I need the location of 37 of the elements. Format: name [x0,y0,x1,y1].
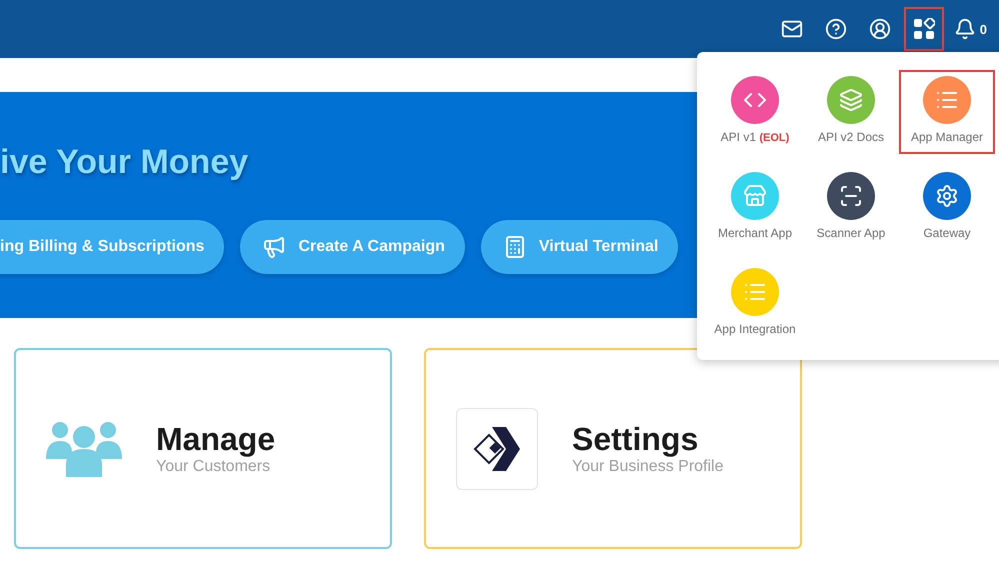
mail-icon [780,18,803,40]
app-label: App Manager [910,130,984,144]
card-subtitle: Your Business Profile [572,458,724,476]
app-menu-item[interactable]: Gateway [899,166,995,250]
app-menu-item[interactable]: API v1 (EOL) [707,70,803,154]
account-icon [868,18,891,40]
app-label: App Integration [714,322,796,336]
megaphone-icon [262,235,286,259]
banner-heading: ive Your Money [0,142,250,182]
notification-count: 0 [980,22,987,36]
help-icon [824,18,847,40]
store-icon [743,184,767,208]
card-title: Settings [572,421,700,458]
bell-icon [954,18,976,40]
app-label: API v1 (EOL) [720,130,790,144]
bell-button[interactable]: 0 [948,7,993,51]
apps-button[interactable] [904,7,944,51]
action-button[interactable]: Virtual Terminal [480,220,678,274]
app-menu-item[interactable]: Scanner App [803,166,899,250]
dashboard-card[interactable]: Manage Your Customers [14,348,392,549]
gear-icon [935,184,959,208]
app-menu-item[interactable]: Merchant App [707,166,803,250]
card-title: Manage [156,421,276,458]
app-label: Scanner App [816,226,886,240]
app-menu-item[interactable]: API v2 Docs [803,70,899,154]
scanner-icon [839,184,863,208]
apps-icon [912,18,935,40]
action-button[interactable]: Create A Campaign [240,220,465,274]
app-label: Gateway [923,226,971,240]
app-menu-item[interactable]: App Integration [707,262,803,346]
app-label: API v2 Docs [818,130,884,144]
card-subtitle: Your Customers [156,458,272,476]
dashboard-card[interactable]: Settings Your Business Profile [424,348,802,549]
app-label: Merchant App [718,226,792,240]
action-button[interactable]: ing Billing & Subscriptions [0,220,224,274]
app-menu-item[interactable]: App Manager [899,70,995,154]
people-icon [46,420,122,476]
